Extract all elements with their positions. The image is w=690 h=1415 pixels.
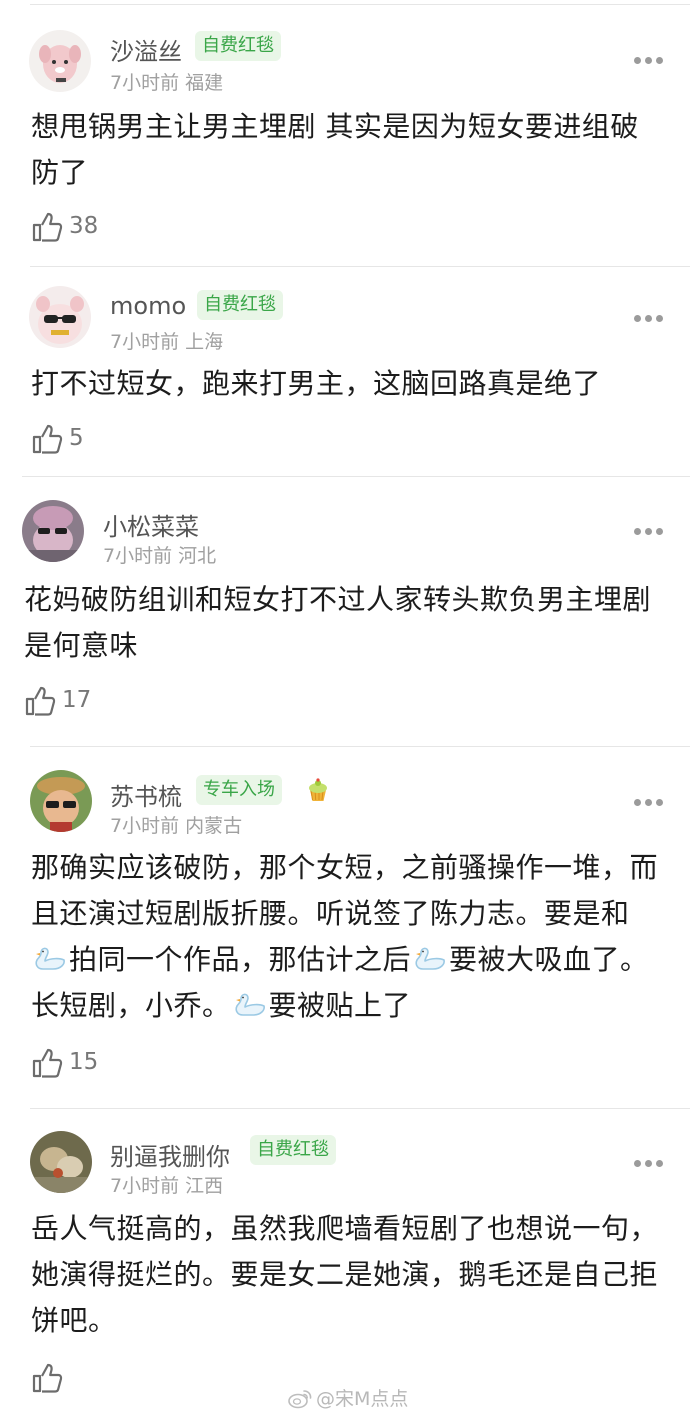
more-options-icon[interactable]	[634, 57, 664, 65]
comment-time: 7小时前	[110, 1175, 180, 1197]
more-options-icon[interactable]	[634, 1160, 664, 1168]
comment-meta: 7小时前 上海	[110, 327, 223, 354]
avatar[interactable]	[29, 286, 91, 348]
comment-text-part: 拍同一个作品，那估计之后	[69, 943, 412, 976]
comment-meta: 7小时前 内蒙古	[110, 811, 242, 838]
divider	[30, 746, 690, 747]
thumbs-up-icon	[32, 1048, 63, 1078]
comment-text: 打不过短女，跑来打男主，这脑回路真是绝了	[31, 367, 602, 400]
swan-icon	[234, 993, 265, 1016]
swan-icon	[415, 947, 445, 970]
comment-time: 7小时前	[110, 815, 180, 837]
user-tag: 自费红毯	[197, 290, 283, 320]
weibo-logo-icon	[288, 1390, 312, 1409]
comment-time: 7小时前	[110, 72, 180, 94]
comment-meta: 7小时前 江西	[110, 1171, 223, 1198]
avatar[interactable]	[29, 30, 91, 92]
username[interactable]: 苏书梳	[110, 777, 182, 812]
username[interactable]: momo	[110, 292, 186, 320]
comment-text: 岳人气挺高的，虽然我爬墙看短剧了也想说一句，她演得挺烂的。要是女二是她演，鹅毛还…	[31, 1212, 659, 1337]
more-options-icon[interactable]	[634, 528, 664, 536]
more-options-icon[interactable]	[634, 799, 664, 807]
username[interactable]: 别逼我删你	[110, 1137, 230, 1172]
comment-time: 7小时前	[110, 331, 180, 353]
thumbs-up-icon	[32, 212, 63, 242]
watermark-text: @宋M点点	[316, 1388, 409, 1410]
username[interactable]: 沙溢丝	[110, 32, 182, 67]
thumbs-up-icon	[32, 424, 63, 454]
divider	[22, 476, 690, 477]
avatar[interactable]	[30, 1131, 92, 1193]
like-count: 5	[69, 425, 84, 451]
like-count: 38	[69, 213, 99, 239]
swan-icon	[35, 947, 65, 970]
avatar[interactable]	[30, 770, 92, 832]
comment-location: 河北	[178, 545, 217, 567]
divider	[30, 266, 690, 267]
comment-time: 7小时前	[103, 545, 173, 567]
comment-meta: 7小时前 河北	[103, 541, 216, 568]
comment-text: 那确实应该破防，那个女短，之前骚操作一堆，而且还演过短剧版折腰。听说签了陈力志。…	[31, 845, 661, 1029]
comment-location: 福建	[185, 72, 224, 94]
comment-text: 想甩锅男主让男主埋剧 其实是因为短女要进组破防了	[31, 110, 639, 189]
thumbs-up-icon	[32, 1363, 63, 1393]
comment-location: 江西	[185, 1175, 224, 1197]
more-options-icon[interactable]	[634, 315, 664, 323]
avatar[interactable]	[22, 500, 84, 562]
thumbs-up-icon	[25, 686, 56, 716]
user-tag: 自费红毯	[195, 31, 281, 61]
user-tag: 专车入场	[196, 775, 282, 805]
comment-text-part: 那确实应该破防，那个女短，之前骚操作一堆，而且还演过短剧版折腰。听说签了陈力志。…	[31, 851, 659, 930]
like-count: 17	[62, 687, 92, 713]
comment-location: 内蒙古	[185, 815, 243, 837]
divider	[30, 4, 690, 5]
username[interactable]: 小松菜菜	[103, 507, 199, 542]
comment-location: 上海	[185, 331, 224, 353]
like-count: 15	[69, 1049, 99, 1075]
comment-text: 花妈破防组训和短女打不过人家转头欺负男主埋剧是何意味	[24, 583, 652, 662]
user-tag: 自费红毯	[250, 1135, 336, 1165]
weibo-watermark: @宋M点点	[288, 1384, 408, 1411]
cupcake-icon	[309, 778, 327, 801]
comment-text-part: 要被贴上了	[268, 989, 412, 1022]
comment-meta: 7小时前 福建	[110, 68, 223, 95]
divider	[30, 1108, 690, 1109]
